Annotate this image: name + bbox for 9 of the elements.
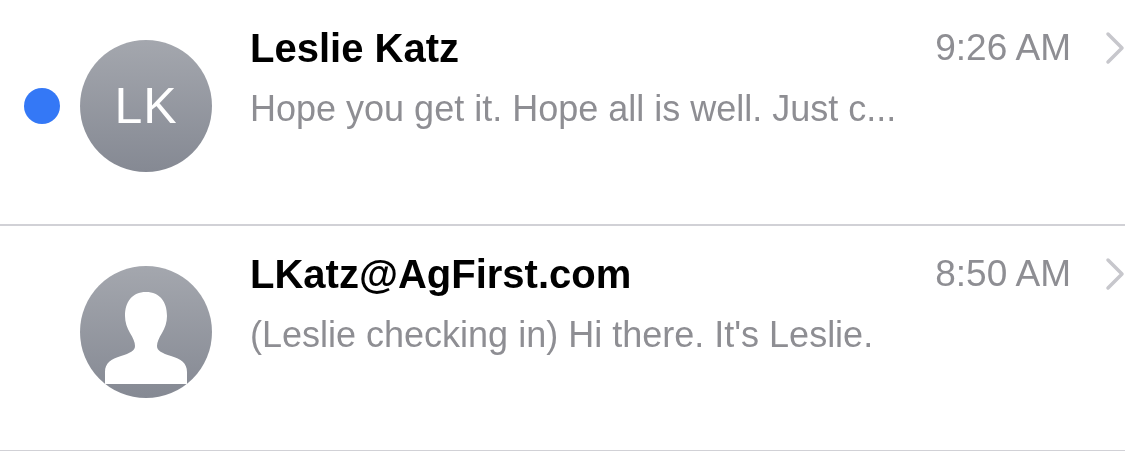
message-time: 8:50 AM bbox=[935, 252, 1071, 296]
message-preview: Hope you get it. Hope all is well. Just c... bbox=[250, 87, 898, 131]
avatar: LK bbox=[80, 40, 212, 172]
chevron-right-icon bbox=[1105, 31, 1125, 65]
chevron-right-icon bbox=[1105, 257, 1125, 291]
sender-name: LKatz@AgFirst.com bbox=[250, 251, 633, 298]
message-time: 9:26 AM bbox=[935, 26, 1071, 70]
message-preview: (Leslie checking in) Hi there. It's Leslie. bbox=[250, 313, 875, 357]
sender-name: Leslie Katz bbox=[250, 25, 460, 72]
